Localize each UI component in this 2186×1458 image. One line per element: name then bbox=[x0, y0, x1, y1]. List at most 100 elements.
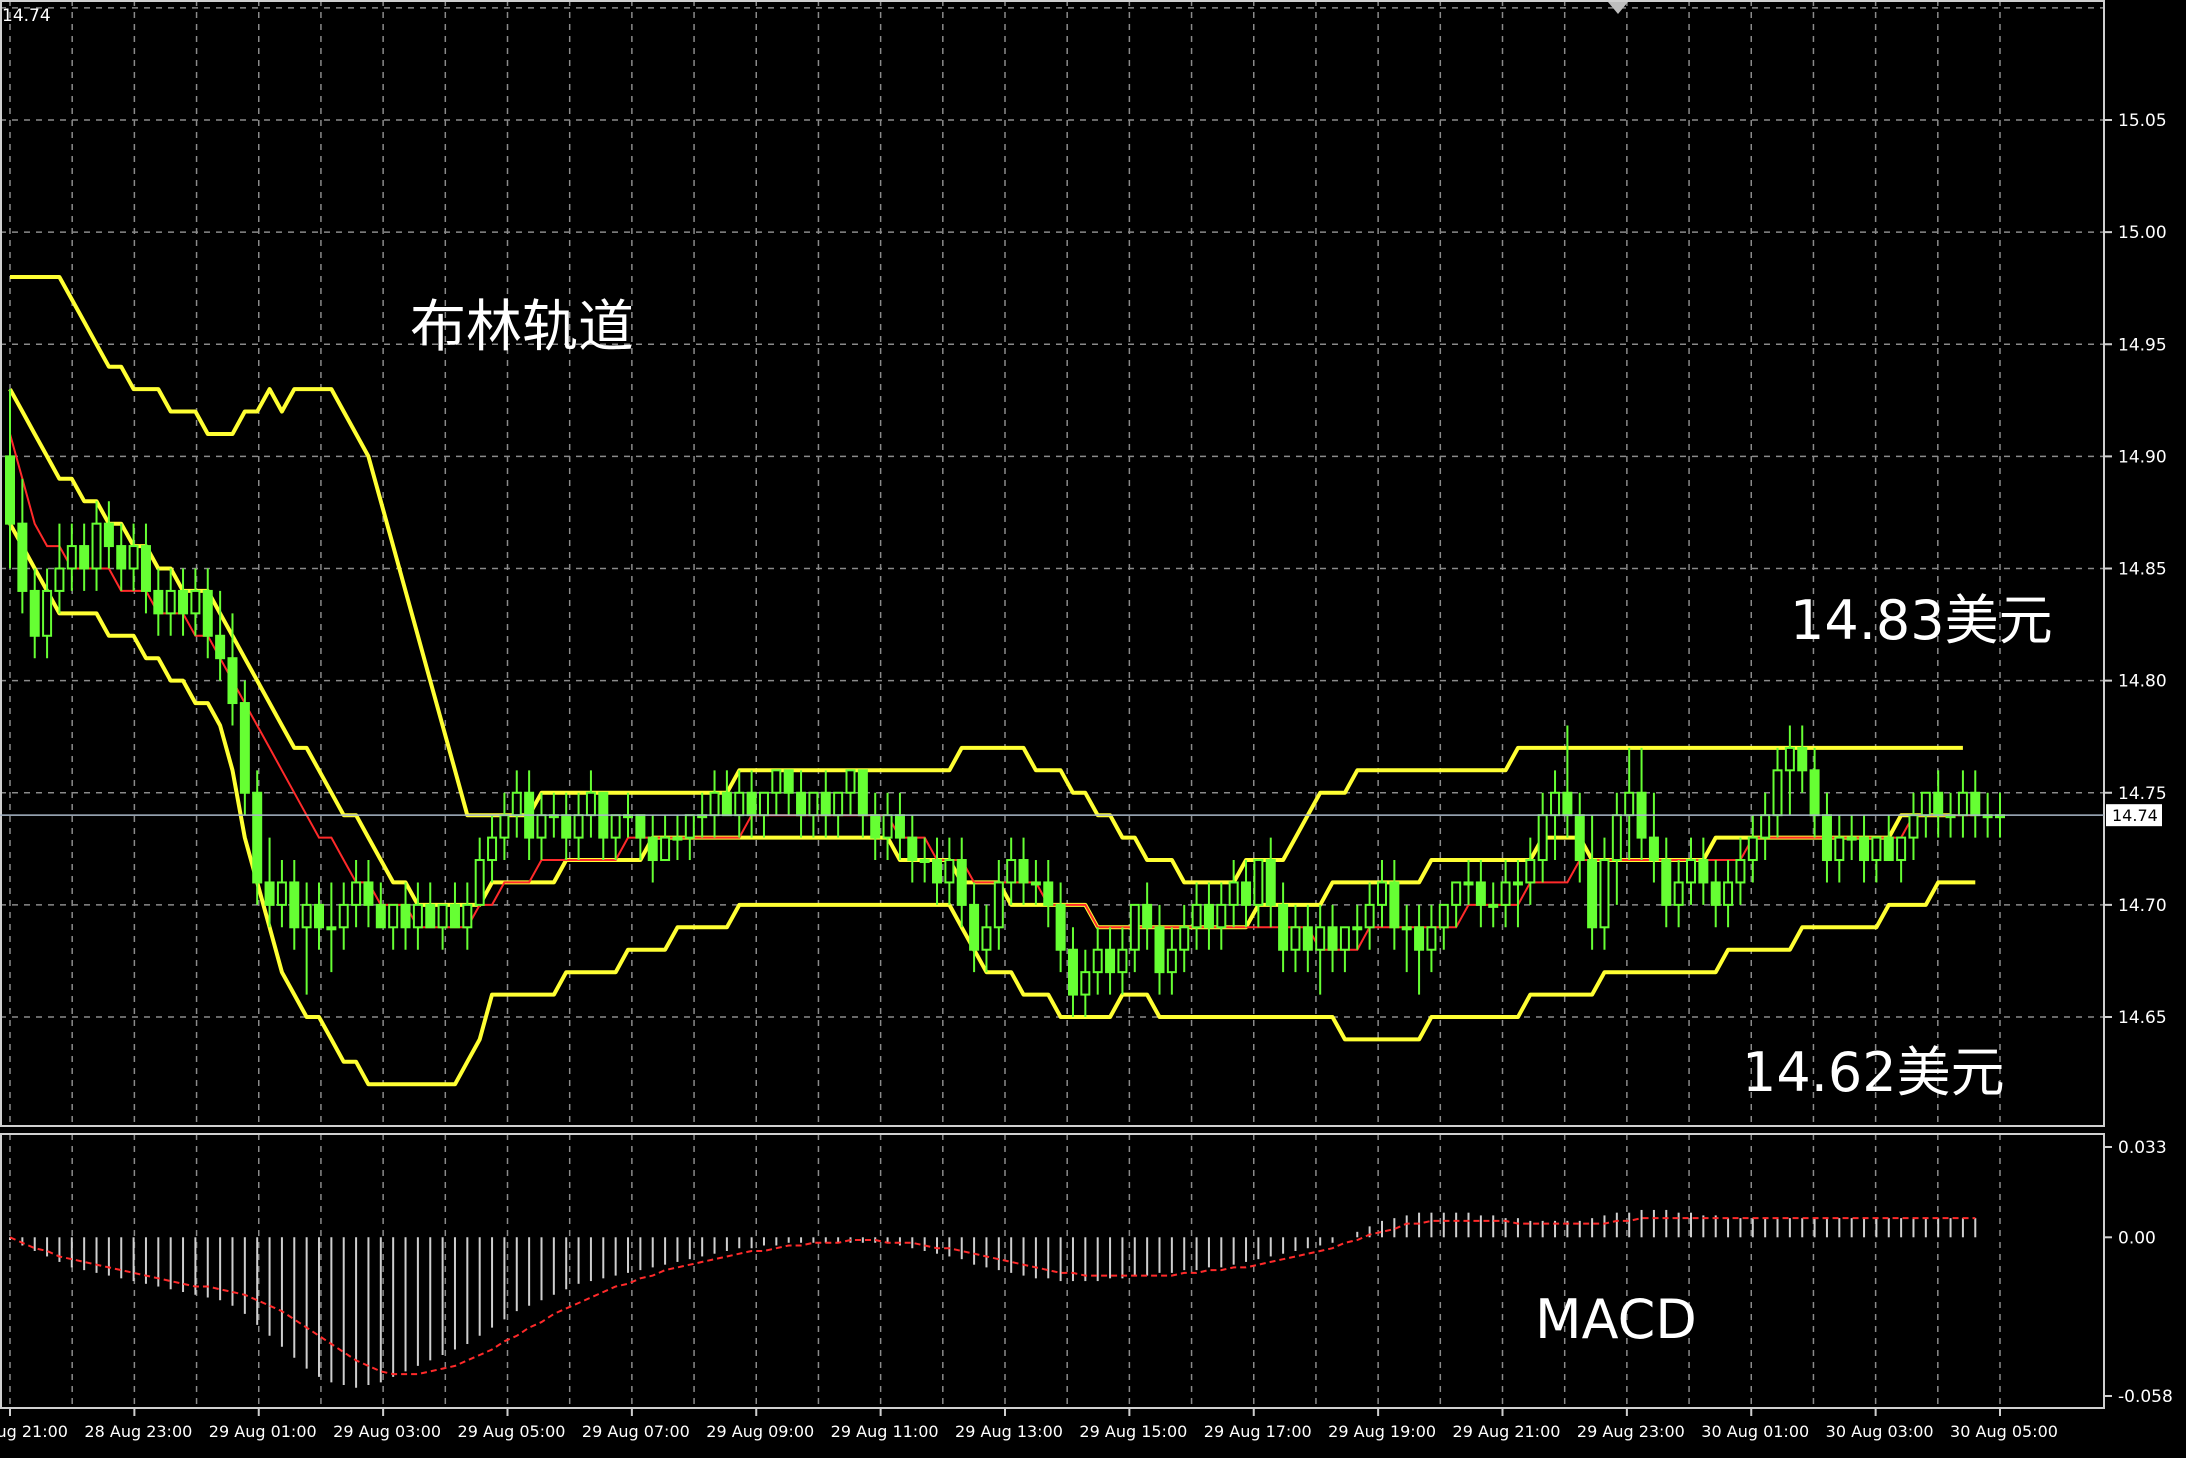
price-tick-label: 14.70 bbox=[2118, 896, 2167, 916]
bollinger-annotation: 布林轨道 bbox=[410, 295, 634, 360]
candle-body-down bbox=[907, 836, 918, 862]
candle-body-up bbox=[1624, 791, 1635, 817]
candle-body-up bbox=[351, 881, 362, 906]
price-tick-label: 14.80 bbox=[2118, 672, 2167, 692]
candle-body-down bbox=[1265, 859, 1276, 906]
candle-body-up bbox=[462, 903, 473, 929]
candle-body-up bbox=[684, 814, 695, 839]
candle-body-up bbox=[1846, 836, 1857, 841]
candle-body-up bbox=[1611, 814, 1622, 862]
time-tick-label: 30 Aug 05:00 bbox=[1950, 1422, 2058, 1441]
candle-body-up bbox=[1228, 881, 1239, 906]
time-tick-label: 29 Aug 17:00 bbox=[1204, 1422, 1312, 1441]
candle-body-up bbox=[1030, 881, 1041, 886]
candle-body-down bbox=[1475, 881, 1486, 906]
price-chart-canvas[interactable]: 28 Aug 21:00 28 Aug 23:00 29 Aug 01:00 29 A… bbox=[0, 0, 2186, 1454]
price-tick-label: 14.85 bbox=[2118, 560, 2167, 580]
candle-body-up bbox=[1760, 814, 1771, 839]
chart-window[interactable]: 28 Aug 21:00 28 Aug 23:00 29 Aug 01:00 29 A… bbox=[0, 0, 2186, 1454]
candle-body-up bbox=[338, 903, 349, 929]
candle-body-down bbox=[1933, 791, 1944, 817]
candle-body-down bbox=[561, 814, 572, 839]
time-tick-label: 29 Aug 03:00 bbox=[333, 1422, 441, 1441]
candle-body-down bbox=[29, 589, 40, 637]
candle-body-up bbox=[91, 522, 102, 570]
candle-body-down bbox=[202, 589, 213, 637]
candle-body-up bbox=[1080, 971, 1091, 996]
current-price-label: 14.74 bbox=[2112, 806, 2158, 825]
candle-body-down bbox=[721, 791, 732, 817]
candle-body-down bbox=[1067, 948, 1078, 996]
shift-marker-icon[interactable] bbox=[1608, 2, 1628, 14]
candle-body-down bbox=[1105, 948, 1116, 974]
candle-body-down bbox=[1562, 791, 1573, 817]
candle-body-down bbox=[103, 522, 114, 548]
candle-body-up bbox=[585, 791, 596, 817]
candle-body-down bbox=[635, 814, 646, 839]
candle-body-down bbox=[227, 657, 238, 705]
candle-body-up bbox=[1179, 926, 1190, 951]
candle-body-up bbox=[474, 859, 485, 906]
candle-body-up bbox=[1525, 859, 1536, 884]
time-tick-label: 28 Aug 21:00 bbox=[0, 1422, 68, 1441]
candle-body-up bbox=[981, 926, 992, 951]
candle-body-down bbox=[1648, 836, 1659, 862]
candle-body-down bbox=[1241, 881, 1252, 906]
time-tick-label: 28 Aug 23:00 bbox=[84, 1422, 192, 1441]
candle-body-up bbox=[1957, 791, 1968, 817]
candle-body-down bbox=[425, 903, 436, 929]
candle-body-down bbox=[820, 791, 831, 817]
candle-body-up bbox=[511, 791, 522, 817]
candle-body-down bbox=[153, 589, 164, 615]
candle-body-down bbox=[449, 903, 460, 929]
macd-tick-label: 0.00 bbox=[2118, 1228, 2156, 1248]
candle-body-up bbox=[1920, 791, 1931, 817]
candle-body-down bbox=[1389, 881, 1400, 929]
candle-body-up bbox=[1216, 903, 1227, 929]
candle-body-up bbox=[128, 545, 139, 570]
candle-body-up bbox=[1834, 836, 1845, 862]
candle-body-down bbox=[1043, 881, 1054, 906]
macd-tick-label: -0.058 bbox=[2118, 1387, 2173, 1407]
grid-lines bbox=[0, 0, 2104, 1408]
candle-body-up bbox=[610, 814, 621, 839]
candle-body-down bbox=[400, 903, 411, 929]
candle-body-up bbox=[301, 903, 312, 929]
candle-body-down bbox=[1587, 859, 1598, 929]
time-tick-label: 29 Aug 21:00 bbox=[1453, 1422, 1561, 1441]
candle-body-down bbox=[1574, 814, 1585, 862]
candle-body-up bbox=[66, 545, 77, 570]
candle-body-down bbox=[1327, 926, 1338, 951]
candle-body-up bbox=[499, 814, 510, 839]
candle-body-down bbox=[1970, 791, 1981, 817]
candle-body-up bbox=[1290, 926, 1301, 951]
candle-body-up bbox=[573, 814, 584, 839]
price-panel-border bbox=[0, 0, 2105, 1127]
candle-body-down bbox=[116, 545, 127, 570]
moving-average-line bbox=[9, 433, 1976, 951]
candle-body-up bbox=[54, 567, 65, 592]
candle-body-down bbox=[314, 903, 325, 929]
candle-body-down bbox=[79, 545, 90, 570]
candle-body-down bbox=[264, 881, 275, 906]
candle-body-up bbox=[42, 589, 53, 637]
candle-body-up bbox=[1166, 948, 1177, 974]
candle-body-down bbox=[252, 791, 263, 884]
candle-body-up bbox=[882, 814, 893, 839]
candle-body-up bbox=[1117, 948, 1128, 974]
price-tick-label: 14.65 bbox=[2118, 1008, 2167, 1028]
candle-body-up bbox=[833, 791, 844, 817]
candle-body-down bbox=[1203, 903, 1214, 929]
candle-body-up bbox=[734, 791, 745, 817]
macd-annotation: MACD bbox=[1535, 1288, 1697, 1351]
candle-body-down bbox=[1859, 836, 1870, 862]
candle-body-up bbox=[1871, 836, 1882, 862]
candle-body-up bbox=[1735, 859, 1746, 884]
candle-body-down bbox=[1154, 926, 1165, 974]
candle-body-down bbox=[1278, 903, 1289, 951]
candle-body-up bbox=[412, 903, 423, 929]
candle-body-down bbox=[239, 702, 250, 794]
candle-body-down bbox=[363, 881, 374, 906]
candle-body-down bbox=[746, 791, 757, 817]
candle-body-up bbox=[660, 836, 671, 862]
